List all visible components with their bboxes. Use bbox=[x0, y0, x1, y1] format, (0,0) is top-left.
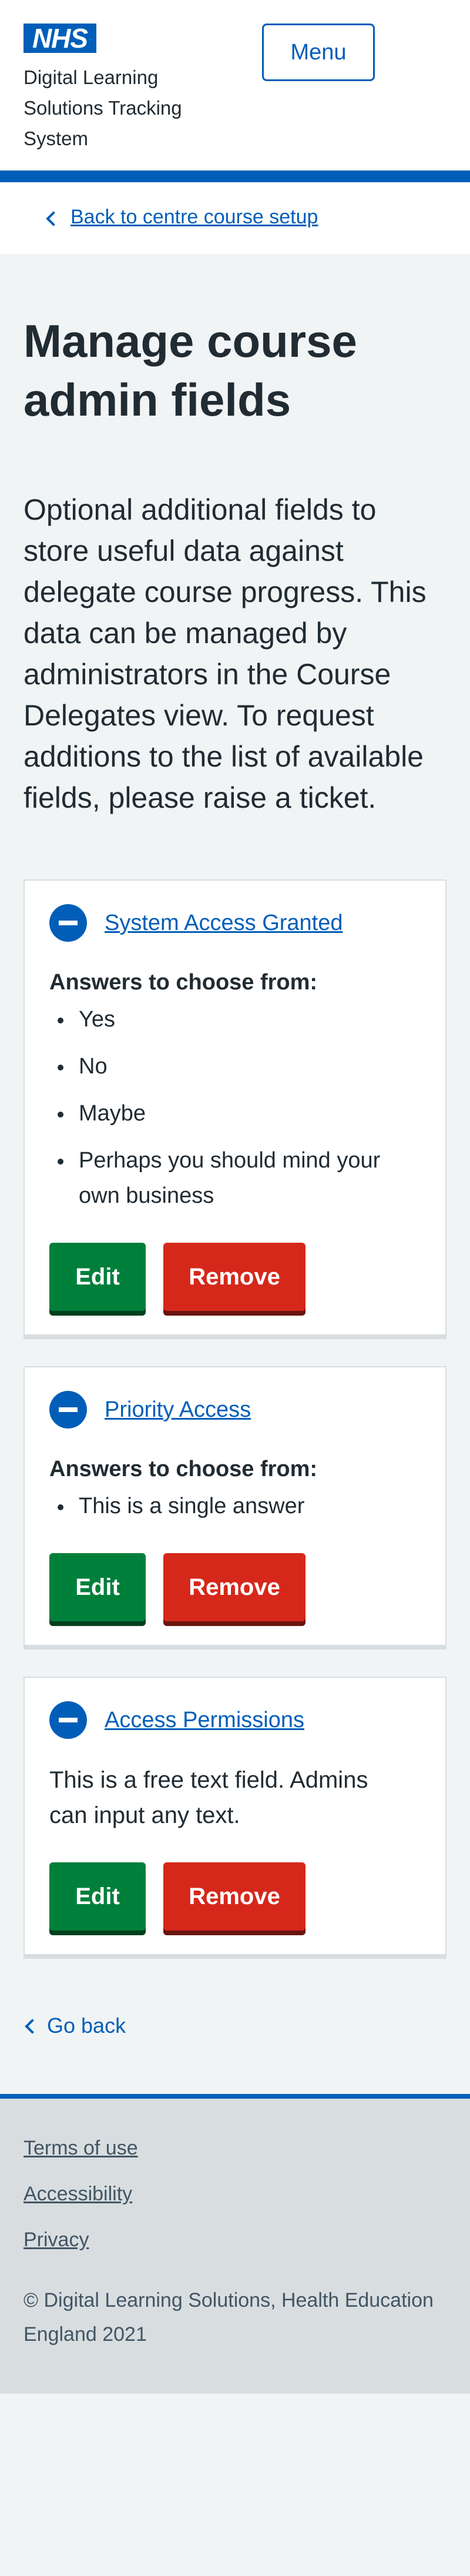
answers-list: This is a single answer bbox=[49, 1488, 422, 1524]
go-back: Go back bbox=[24, 2012, 446, 2094]
edit-button[interactable]: Edit bbox=[49, 1243, 146, 1311]
footer-link-accessibility[interactable]: Accessibility bbox=[24, 2183, 132, 2205]
go-back-link[interactable]: Go back bbox=[47, 2012, 126, 2040]
admin-field-name-link[interactable]: Priority Access bbox=[105, 1397, 251, 1423]
edit-button[interactable]: Edit bbox=[49, 1862, 146, 1931]
admin-field-card: System Access Granted Answers to choose … bbox=[24, 879, 446, 1339]
admin-field-card: Priority Access Answers to choose from: … bbox=[24, 1366, 446, 1650]
answers-heading: Answers to choose from: bbox=[49, 970, 318, 995]
chevron-left-icon bbox=[25, 2019, 40, 2034]
footer-link-privacy[interactable]: Privacy bbox=[24, 2229, 89, 2251]
remove-button[interactable]: Remove bbox=[163, 1553, 306, 1621]
footer-links: Terms of use Accessibility Privacy bbox=[24, 2134, 446, 2254]
card-header: Access Permissions bbox=[49, 1701, 422, 1739]
admin-field-name-link[interactable]: Access Permissions bbox=[105, 1708, 304, 1733]
minus-circle-icon[interactable] bbox=[49, 904, 87, 942]
answer-item: No bbox=[49, 1049, 422, 1084]
free-text-description: This is a free text field. Admins can in… bbox=[49, 1767, 368, 1828]
card-header: System Access Granted bbox=[49, 904, 422, 942]
main-content: Manage course admin fields Optional addi… bbox=[0, 312, 470, 2094]
admin-field-card: Access Permissions This is a free text f… bbox=[24, 1677, 446, 1959]
nhs-logo[interactable]: NHS bbox=[24, 24, 96, 53]
admin-fields-list: System Access Granted Answers to choose … bbox=[24, 879, 446, 1959]
remove-button[interactable]: Remove bbox=[163, 1862, 306, 1931]
site-header: NHS Digital Learning Solutions Tracking … bbox=[0, 0, 470, 182]
minus-circle-icon[interactable] bbox=[49, 1701, 87, 1739]
breadcrumb: Back to centre course setup bbox=[0, 182, 470, 254]
answer-item: This is a single answer bbox=[49, 1488, 422, 1524]
answers-list: Yes No Maybe Perhaps you should mind you… bbox=[49, 1002, 422, 1213]
answer-item: Perhaps you should mind your own busines… bbox=[49, 1143, 422, 1213]
answer-item: Maybe bbox=[49, 1096, 422, 1131]
card-actions: Edit Remove bbox=[49, 1243, 422, 1311]
page-title: Manage course admin fields bbox=[24, 315, 357, 426]
back-link-label: Back to centre course setup bbox=[70, 206, 318, 228]
copyright-text: © Digital Learning Solutions, Health Edu… bbox=[24, 2289, 434, 2346]
minus-circle-icon[interactable] bbox=[49, 1391, 87, 1428]
page-description: Optional additional fields to store usef… bbox=[24, 493, 427, 814]
remove-button[interactable]: Remove bbox=[163, 1243, 306, 1311]
footer-link-terms-of-use[interactable]: Terms of use bbox=[24, 2137, 138, 2159]
nhs-logo-text: NHS bbox=[32, 23, 88, 53]
card-header: Priority Access bbox=[49, 1391, 422, 1428]
site-footer: Terms of use Accessibility Privacy © Dig… bbox=[0, 2094, 470, 2394]
edit-button[interactable]: Edit bbox=[49, 1553, 146, 1621]
answers-heading: Answers to choose from: bbox=[49, 1457, 318, 1481]
menu-button[interactable]: Menu bbox=[262, 24, 375, 81]
card-actions: Edit Remove bbox=[49, 1553, 422, 1621]
card-actions: Edit Remove bbox=[49, 1862, 422, 1931]
answer-item: Yes bbox=[49, 1002, 422, 1037]
admin-field-name-link[interactable]: System Access Granted bbox=[105, 911, 343, 936]
service-name[interactable]: Digital Learning Solutions Tracking Syst… bbox=[24, 62, 217, 154]
back-to-centre-course-setup-link[interactable]: Back to centre course setup bbox=[45, 206, 318, 229]
